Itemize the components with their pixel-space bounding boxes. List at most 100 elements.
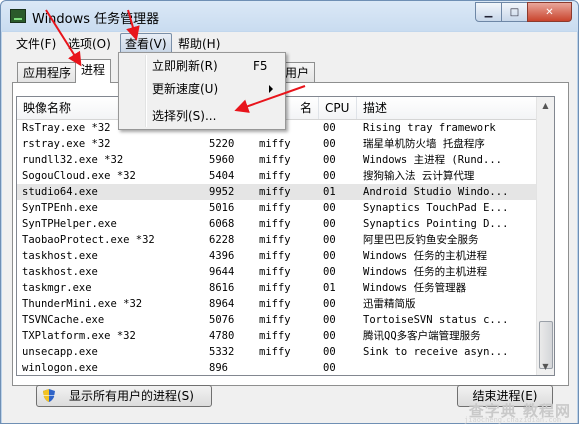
watermark-url: jiaocheng.chazidian.com (464, 416, 561, 424)
table-row[interactable]: ThunderMini.exe *32 8964 miffy 00 迅雷精简版 (17, 296, 536, 312)
pid-cell: 5016 (209, 202, 235, 214)
user-name-cell: miffy (259, 234, 291, 246)
user-name-cell: miffy (259, 266, 291, 278)
user-name-cell: miffy (259, 298, 291, 310)
pid-cell: 5960 (209, 154, 235, 166)
pid-cell: 9952 (209, 186, 235, 198)
show-all-users-button[interactable]: 显示所有用户的进程(S) (36, 385, 212, 407)
description-cell: Windows 任务的主机进程 (363, 266, 488, 278)
cpu-cell: 00 (323, 154, 336, 166)
description-cell: Windows 任务管理器 (363, 282, 467, 294)
vertical-scrollbar[interactable]: ▲ ▼ (536, 97, 554, 375)
column-description[interactable]: 描述 (357, 97, 536, 119)
table-row[interactable]: taskmgr.exe 8616 miffy 01 Windows 任务管理器 (17, 280, 536, 296)
process-name-cell: SogouCloud.exe *32 (22, 170, 136, 182)
table-row[interactable]: rundll32.exe *32 5960 miffy 00 Windows 主进程 (… (17, 152, 536, 168)
menu-bar: 文件(F) 选项(O) 查看(V) 帮助(H) (2, 32, 577, 54)
menu-item-update-speed[interactable]: 更新速度(U) (121, 78, 283, 100)
cpu-cell: 00 (323, 218, 336, 230)
description-cell: Sink to receive asyn... (363, 346, 509, 358)
cpu-cell: 01 (323, 282, 336, 294)
cpu-cell: 00 (323, 170, 336, 182)
process-name-cell: taskhost.exe (22, 250, 98, 262)
pid-cell: 5076 (209, 314, 235, 326)
cpu-cell: 00 (323, 362, 336, 374)
user-name-cell: miffy (259, 282, 291, 294)
process-name-cell: SynTPHelper.exe (22, 218, 117, 230)
pid-cell: 896 (209, 362, 228, 374)
cpu-cell: 01 (323, 186, 336, 198)
process-name-cell: unsecapp.exe (22, 346, 98, 358)
menu-item-refresh-now[interactable]: 立即刷新(R) F5 (121, 55, 283, 77)
description-cell: 腾讯QQ多客户端管理服务 (363, 330, 481, 342)
table-row[interactable]: winlogon.exe 896 00 (17, 360, 536, 375)
description-cell: 迅雷精简版 (363, 298, 416, 310)
title-bar: Windows 任务管理器 ▁ □ ✕ (1, 1, 578, 32)
scroll-down-arrow-icon[interactable]: ▼ (537, 358, 554, 375)
cpu-cell: 00 (323, 138, 336, 150)
pid-cell: 5332 (209, 346, 235, 358)
process-name-cell: taskmgr.exe (22, 282, 92, 294)
table-row[interactable]: rstray.exe *32 5220 miffy 00 瑞星单机防火墙 托盘程序 (17, 136, 536, 152)
table-row[interactable]: TXPlatform.exe *32 4780 miffy 00 腾讯QQ多客户端管理服… (17, 328, 536, 344)
cpu-cell: 00 (323, 330, 336, 342)
process-name-cell: rundll32.exe *32 (22, 154, 124, 166)
table-row[interactable]: SynTPHelper.exe 6068 miffy 00 Synaptics Poin… (17, 216, 536, 232)
menu-view[interactable]: 查看(V) (120, 33, 172, 54)
user-name-cell: miffy (259, 250, 291, 262)
table-row[interactable]: TaobaoProtect.exe *32 6228 miffy 00 阿里巴巴反钓鱼安… (17, 232, 536, 248)
maximize-button[interactable]: □ (501, 2, 528, 22)
description-cell: Synaptics Pointing D... (363, 218, 509, 230)
process-rows: RsTray.exe *32 00 Rising tray framework rst… (17, 120, 536, 375)
menu-help[interactable]: 帮助(H) (178, 35, 220, 52)
pid-cell: 8964 (209, 298, 235, 310)
user-name-cell: miffy (259, 314, 291, 326)
user-name-cell: miffy (259, 186, 291, 198)
user-name-cell: miffy (259, 218, 291, 230)
process-name-cell: TSVNCache.exe (22, 314, 105, 326)
table-row[interactable]: taskhost.exe 4396 miffy 00 Windows 任务的主机进程 (17, 248, 536, 264)
pid-cell: 5220 (209, 138, 235, 150)
menu-options[interactable]: 选项(O) (68, 35, 111, 52)
pid-cell: 4396 (209, 250, 235, 262)
pid-cell: 6228 (209, 234, 235, 246)
minimize-button[interactable]: ▁ (475, 2, 502, 22)
table-row[interactable]: SynTPEnh.exe 5016 miffy 00 Synaptics TouchPa… (17, 200, 536, 216)
user-name-cell: miffy (259, 330, 291, 342)
cpu-cell: 00 (323, 250, 336, 262)
close-button[interactable]: ✕ (527, 2, 572, 22)
table-row[interactable]: unsecapp.exe 5332 miffy 00 Sink to receive a… (17, 344, 536, 360)
table-row[interactable]: taskhost.exe 9644 miffy 00 Windows 任务的主机进程 (17, 264, 536, 280)
scroll-up-arrow-icon[interactable]: ▲ (537, 97, 554, 114)
select-columns-label: 选择列(S)... (152, 109, 217, 123)
description-cell: 搜狗输入法 云计算代理 (363, 170, 475, 182)
pid-cell: 9644 (209, 266, 235, 278)
process-name-cell: studio64.exe (22, 186, 98, 198)
tab-applications[interactable]: 应用程序 (17, 62, 78, 82)
menu-item-select-columns[interactable]: 选择列(S)... (121, 105, 283, 127)
user-name-cell: miffy (259, 202, 291, 214)
submenu-arrow-icon (269, 85, 273, 93)
menu-file[interactable]: 文件(F) (16, 35, 56, 52)
tab-processes[interactable]: 进程 (75, 59, 112, 83)
column-cpu[interactable]: CPU (319, 97, 357, 119)
process-name-cell: rstray.exe *32 (22, 138, 111, 150)
user-name-cell: miffy (259, 346, 291, 358)
process-list[interactable]: 映像名称 名 CPU 描述 RsTray.exe *32 00 Rising tra… (16, 96, 555, 376)
process-name-cell: TXPlatform.exe *32 (22, 330, 136, 342)
view-menu-dropdown: 立即刷新(R) F5 更新速度(U) 选择列(S)... (118, 52, 286, 130)
table-row[interactable]: TSVNCache.exe 5076 miffy 00 TortoiseSVN stat… (17, 312, 536, 328)
process-name-cell: ThunderMini.exe *32 (22, 298, 143, 310)
cpu-cell: 00 (323, 266, 336, 278)
cpu-cell: 00 (323, 234, 336, 246)
table-row[interactable]: studio64.exe 9952 miffy 01 Android Studio Wi… (17, 184, 536, 200)
cpu-cell: 00 (323, 122, 336, 134)
process-name-cell: winlogon.exe (22, 362, 98, 374)
user-name-cell: miffy (259, 138, 291, 150)
description-cell: Windows 任务的主机进程 (363, 250, 488, 262)
process-name-cell: SynTPEnh.exe (22, 202, 98, 214)
description-cell: TortoiseSVN status c... (363, 314, 509, 326)
pid-cell: 8616 (209, 282, 235, 294)
cpu-cell: 00 (323, 202, 336, 214)
table-row[interactable]: SogouCloud.exe *32 5404 miffy 00 搜狗输入法 云计算代理 (17, 168, 536, 184)
